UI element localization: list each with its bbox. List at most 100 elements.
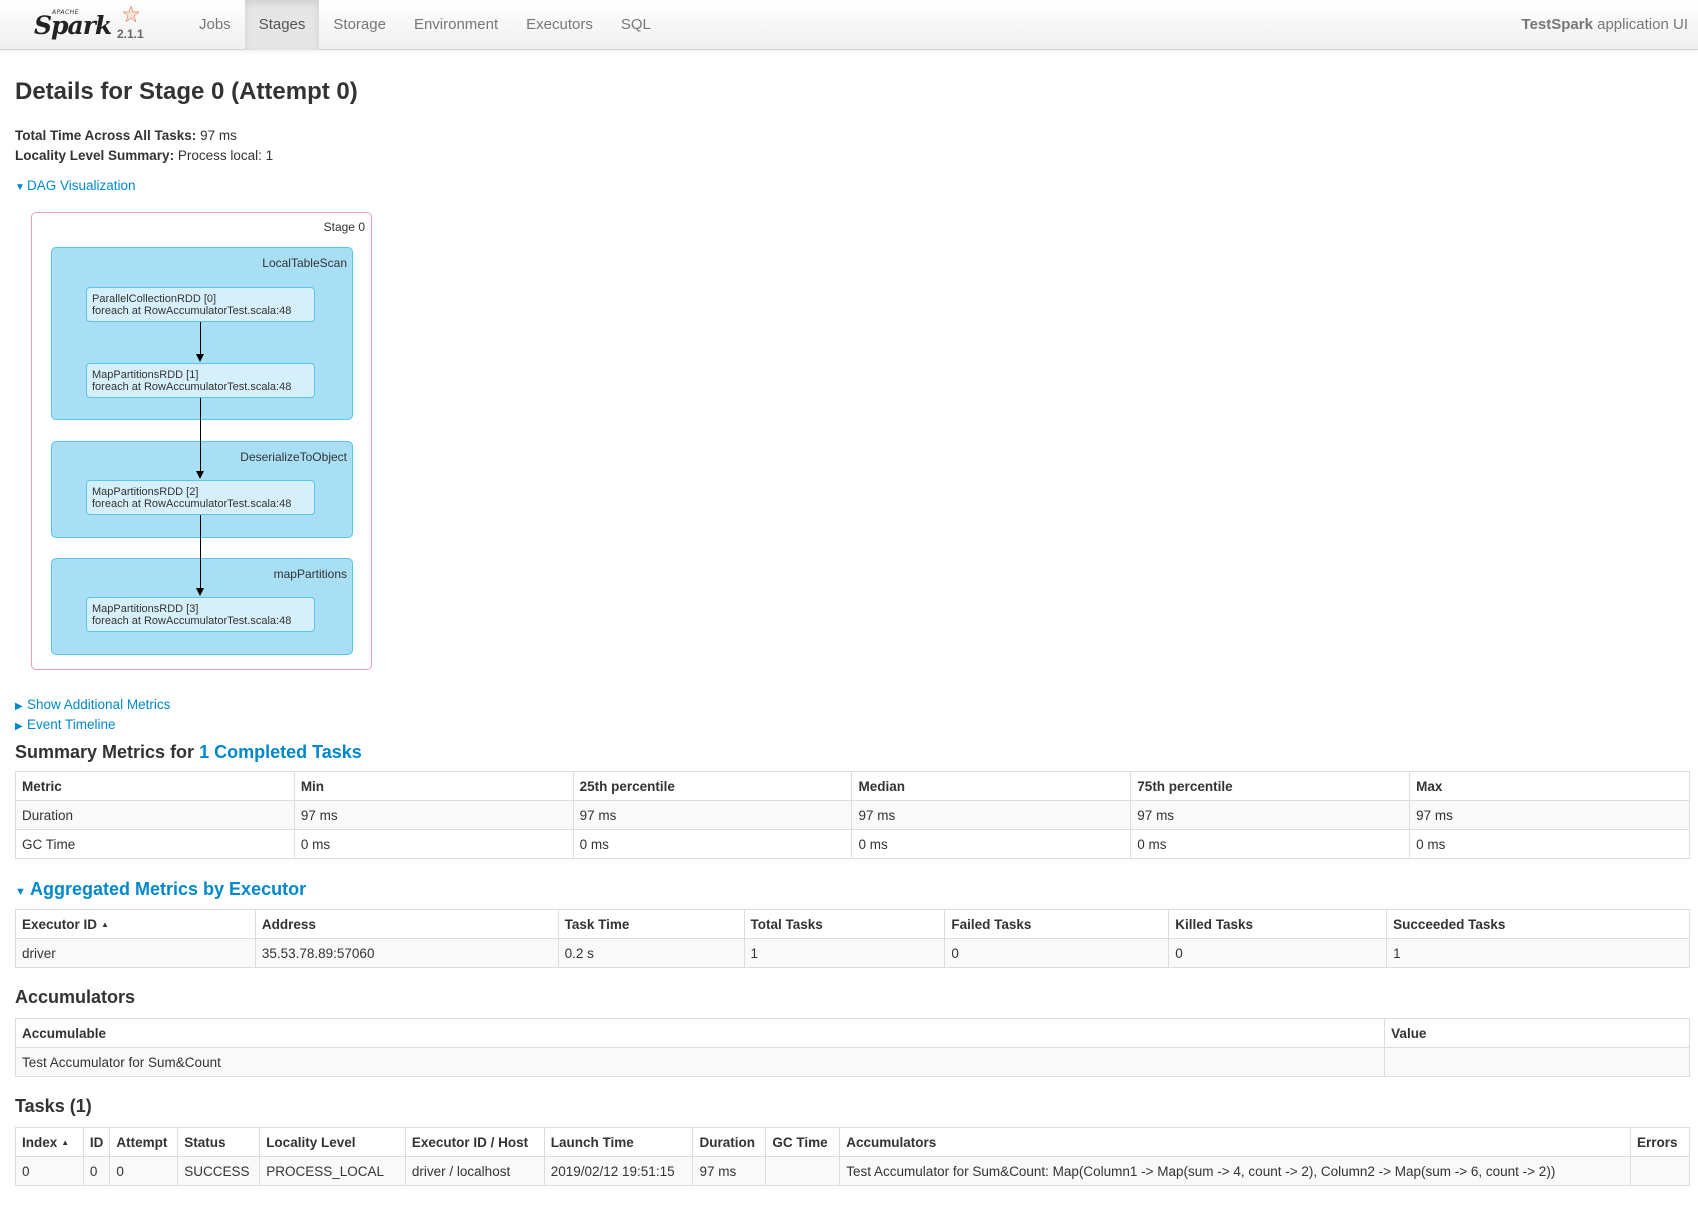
table-header-row: Accumulable Value [14, 1018, 1690, 1048]
column-header[interactable]: Total Tasks [743, 909, 946, 939]
brand-name: Spark [34, 11, 112, 40]
column-header[interactable]: Failed Tasks [944, 909, 1170, 939]
table-row: GC Time 0 ms 0 ms 0 ms 0 ms 0 ms [15, 829, 1690, 859]
column-header: 25th percentile [572, 771, 853, 801]
table-row: 0 0 0 SUCCESS PROCESS_LOCAL driver / loc… [15, 1156, 1690, 1186]
total-time-row: Total Time Across All Tasks: 97 ms [15, 126, 273, 146]
table-cell: 97 ms [293, 800, 574, 830]
dag-edge-arrowhead [196, 471, 204, 479]
column-header[interactable]: Launch Time [543, 1127, 694, 1157]
event-timeline-toggle[interactable]: ▶ Event Timeline [15, 717, 116, 732]
column-header-executor-id[interactable]: Executor ID ▲ [15, 909, 256, 939]
table-cell: 97 ms [692, 1156, 767, 1186]
table-cell: 0 ms [1130, 829, 1411, 859]
dag-cluster-label: mapPartitions [273, 567, 347, 581]
table-cell: 0.2 s [557, 938, 745, 968]
column-header[interactable]: Errors [1630, 1127, 1690, 1157]
column-header: Value [1384, 1018, 1690, 1048]
total-time-value: 97 ms [196, 128, 237, 143]
column-header[interactable]: ID [82, 1127, 111, 1157]
tab-environment[interactable]: Environment [400, 0, 512, 50]
nav-tabs: Jobs Stages Storage Environment Executor… [185, 0, 665, 50]
tab-executors[interactable]: Executors [512, 0, 607, 50]
table-row: driver 35.53.78.89:57060 0.2 s 1 0 0 1 [15, 938, 1690, 968]
column-header: Metric [15, 771, 295, 801]
table-cell: Duration [15, 800, 295, 830]
caret-down-icon: ▼ [15, 886, 26, 898]
table-header-row: Executor ID ▲ Address Task Time Total Tas… [15, 909, 1690, 939]
spark-logo[interactable]: APACHE Spark 2.1.1 [34, 2, 154, 46]
sort-ascending-icon: ▲ [61, 1137, 70, 1147]
dag-node-callsite: foreach at RowAccumulatorTest.scala:48 [92, 615, 292, 627]
column-header[interactable]: Address [254, 909, 559, 939]
dag-cluster-label: LocalTableScan [262, 256, 347, 270]
dag-node-rdd-2[interactable]: MapPartitionsRDD [2] foreach at RowAccum… [86, 480, 315, 515]
show-additional-metrics-toggle[interactable]: ▶ Show Additional Metrics [15, 697, 170, 712]
caret-right-icon: ▶ [15, 701, 23, 712]
column-header: Accumulable [14, 1018, 1386, 1048]
dag-node-callsite: foreach at RowAccumulatorTest.scala:48 [92, 305, 292, 317]
table-row: Duration 97 ms 97 ms 97 ms 97 ms 97 ms [15, 800, 1690, 830]
navbar: APACHE Spark 2.1.1 Jobs Stages Storage E… [0, 0, 1698, 50]
dag-node-title: ParallelCollectionRDD [0] [92, 293, 217, 305]
column-header-index[interactable]: Index ▲ [15, 1127, 84, 1157]
summary-metrics-prefix: Summary Metrics for [15, 742, 200, 762]
dag-edge [200, 398, 201, 472]
tab-jobs[interactable]: Jobs [185, 0, 245, 50]
column-header[interactable]: Succeeded Tasks [1386, 909, 1690, 939]
accumulators-heading: Accumulators [15, 987, 136, 1007]
locality-label: Locality Level Summary: [15, 148, 175, 163]
table-cell: 1 [743, 938, 946, 968]
column-header: Max [1409, 771, 1690, 801]
table-cell: 2019/02/12 19:51:15 [543, 1156, 694, 1186]
event-timeline-label: Event Timeline [27, 717, 116, 732]
tasks-table: Index ▲ ID Attempt Status Locality Level … [15, 1127, 1690, 1186]
dag-node-title: MapPartitionsRDD [3] [92, 603, 199, 615]
completed-tasks-link[interactable]: 1 Completed Tasks [199, 742, 362, 762]
page-title: Details for Stage 0 (Attempt 0) [15, 78, 358, 105]
dag-node-rdd-1[interactable]: MapPartitionsRDD [1] foreach at RowAccum… [86, 363, 315, 398]
column-header[interactable]: Duration [692, 1127, 767, 1157]
column-header-label: Executor ID [22, 916, 98, 932]
dag-node-rdd-3[interactable]: MapPartitionsRDD [3] foreach at RowAccum… [86, 597, 315, 632]
column-header[interactable]: Status [177, 1127, 261, 1157]
tab-storage[interactable]: Storage [319, 0, 400, 50]
stage-summary: Total Time Across All Tasks: 97 ms Local… [15, 126, 273, 166]
locality-value: Process local: 1 [174, 148, 274, 163]
column-header[interactable]: Locality Level [259, 1127, 406, 1157]
show-metrics-label: Show Additional Metrics [27, 697, 171, 712]
dag-node-callsite: foreach at RowAccumulatorTest.scala:48 [92, 498, 292, 510]
table-cell: 97 ms [572, 800, 853, 830]
column-header[interactable]: Task Time [557, 909, 745, 939]
locality-row: Locality Level Summary: Process local: 1 [15, 146, 273, 166]
dag-node-title: MapPartitionsRDD [1] [92, 369, 199, 381]
column-header[interactable]: Executor ID / Host [404, 1127, 545, 1157]
dag-cluster-label: DeserializeToObject [240, 450, 347, 464]
table-row: Test Accumulator for Sum&Count [14, 1047, 1690, 1077]
tasks-heading: Tasks (1) [15, 1096, 92, 1116]
caret-down-icon: ▼ [15, 182, 25, 193]
column-header[interactable]: Killed Tasks [1168, 909, 1388, 939]
column-header-label: Index [22, 1134, 58, 1150]
caret-right-icon: ▶ [15, 721, 23, 732]
table-cell: 0 [82, 1156, 111, 1186]
dag-node-title: MapPartitionsRDD [2] [92, 486, 199, 498]
tab-stages[interactable]: Stages [244, 0, 320, 50]
total-time-label: Total Time Across All Tasks: [15, 128, 197, 143]
dag-edge-arrowhead [196, 354, 204, 362]
column-header[interactable]: GC Time [765, 1127, 841, 1157]
table-cell: SUCCESS [177, 1156, 261, 1186]
dag-edge [200, 322, 201, 355]
table-cell: driver [15, 938, 256, 968]
column-header: 75th percentile [1130, 771, 1411, 801]
table-cell: GC Time [15, 829, 295, 859]
dag-stage-box: Stage 0 LocalTableScan DeserializeToObje… [31, 212, 372, 670]
dag-visualization-toggle[interactable]: ▼ DAG Visualization [15, 178, 136, 193]
aggregated-metrics-toggle[interactable]: ▼ Aggregated Metrics by Executor [15, 879, 306, 900]
table-header-row: Index ▲ ID Attempt Status Locality Level … [15, 1127, 1690, 1157]
table-cell: 0 ms [293, 829, 574, 859]
column-header[interactable]: Accumulators [839, 1127, 1632, 1157]
column-header[interactable]: Attempt [109, 1127, 179, 1157]
tab-sql[interactable]: SQL [607, 0, 665, 50]
dag-node-rdd-0[interactable]: ParallelCollectionRDD [0] foreach at Row… [86, 287, 315, 322]
